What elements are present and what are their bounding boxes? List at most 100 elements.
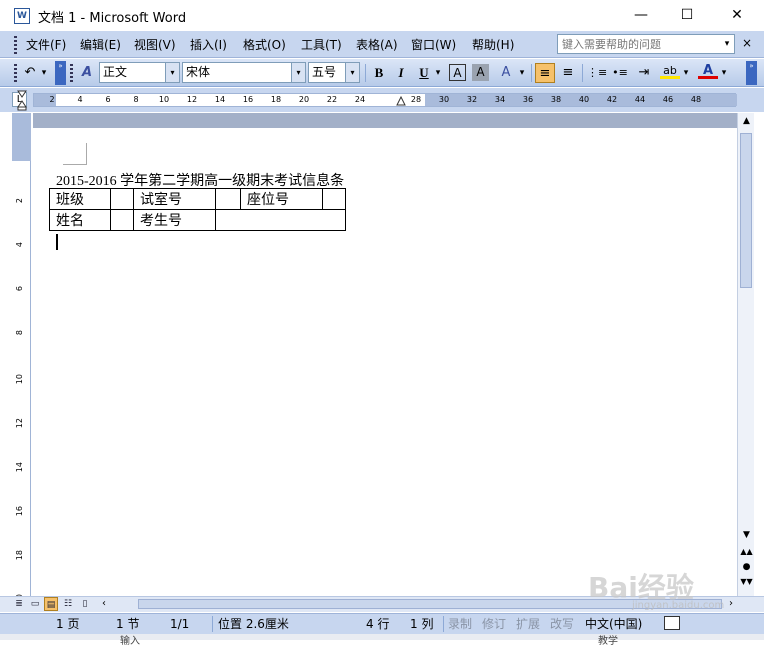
table-cell[interactable]: 试室号 (133, 188, 216, 210)
font-combo[interactable]: 宋体 ▾ (182, 62, 306, 83)
menu-bar-grip[interactable] (14, 36, 17, 54)
numbering-button[interactable]: ⋮≡ (587, 63, 607, 83)
underline-dropdown-icon[interactable]: ▾ (432, 63, 444, 83)
align-center-button[interactable]: ≡ (558, 63, 578, 83)
ruler-tick-label: 38 (550, 95, 562, 104)
vertical-ruler-tick-label: 6 (15, 286, 24, 292)
vertical-ruler-tick-label: 8 (15, 330, 24, 336)
status-track-changes[interactable]: 修订 (482, 616, 506, 632)
table-cell[interactable]: 姓名 (49, 209, 111, 231)
close-button[interactable]: ✕ (710, 0, 764, 31)
document-heading[interactable]: 2015-2016 学年第二学期高一级期末考试信息条 (56, 170, 344, 190)
font-color-button[interactable]: A (698, 63, 718, 79)
ruler-tick-label: 14 (214, 95, 226, 104)
increase-indent-button[interactable]: ⇥ (634, 63, 654, 83)
menu-file[interactable]: 文件(F) (26, 36, 66, 54)
font-size-dropdown-icon[interactable]: ▾ (345, 63, 359, 82)
table-cell[interactable]: 班级 (49, 188, 111, 210)
table-cell[interactable] (215, 188, 241, 210)
status-record-macro[interactable]: 录制 (448, 616, 472, 632)
ruler-tick-label: 24 (354, 95, 366, 104)
toolbar-overflow-button[interactable]: » (55, 61, 66, 85)
toolbar-grip-2[interactable] (70, 64, 73, 82)
toolbar-separator-2 (531, 64, 532, 82)
status-overtype[interactable]: 改写 (550, 616, 574, 632)
spelling-status-icon[interactable] (664, 616, 680, 630)
vertical-scrollbar[interactable]: ▲ ▼ ▲▲ ● ▼▼ (737, 113, 754, 596)
info-table[interactable]: 班级 试室号 座位号 姓名 考生号 (49, 188, 346, 231)
styles-pane-icon[interactable]: A (77, 63, 97, 83)
ruler-tick-label: 40 (578, 95, 590, 104)
scroll-right-icon[interactable]: › (724, 597, 738, 611)
vertical-scroll-thumb[interactable] (740, 133, 752, 288)
font-color-dropdown-icon[interactable]: ▾ (718, 63, 730, 83)
menu-tools[interactable]: 工具(T) (301, 36, 342, 54)
maximize-button[interactable]: ☐ (664, 0, 710, 31)
scroll-left-icon[interactable]: ‹ (97, 597, 111, 611)
horizontal-ruler[interactable]: 2 4 6 8 10 12 14 16 18 20 22 24 28 30 32 34 36 38 40 42 44 46… (33, 93, 737, 107)
status-page: 1 页 (56, 617, 80, 631)
highlight-button[interactable]: ab (660, 63, 680, 79)
bullets-button[interactable]: •≡ (610, 63, 630, 83)
undo-button[interactable]: ↶ (20, 63, 40, 83)
browse-object-icon[interactable]: ● (738, 560, 755, 574)
text-effects-dropdown-icon[interactable]: ▾ (516, 63, 528, 83)
minimize-button[interactable]: — (618, 0, 664, 31)
align-left-button[interactable]: ≡ (535, 63, 555, 83)
highlight-dropdown-icon[interactable]: ▾ (680, 63, 692, 83)
normal-view-icon[interactable]: ≣ (12, 597, 26, 611)
table-cell[interactable] (322, 188, 346, 210)
window-title: 文档 1 - Microsoft Word (38, 11, 187, 26)
help-question-input[interactable] (558, 35, 718, 53)
status-extend-selection[interactable]: 扩展 (516, 616, 540, 632)
menu-insert[interactable]: 插入(I) (190, 36, 227, 54)
next-page-icon[interactable]: ▼▼ (738, 575, 755, 589)
menu-table[interactable]: 表格(A) (356, 36, 398, 54)
outline-view-icon[interactable]: ☷ (61, 597, 75, 611)
ruler-tick-label: 12 (186, 95, 198, 104)
scroll-down-icon[interactable]: ▼ (738, 527, 755, 544)
underline-button[interactable]: U (414, 63, 434, 83)
style-combo[interactable]: 正文 ▾ (99, 62, 180, 83)
document-close-button[interactable]: × (740, 36, 754, 52)
help-question-box[interactable]: ▾ (557, 34, 735, 54)
bold-button[interactable]: B (369, 63, 389, 83)
table-cell[interactable] (110, 209, 134, 231)
undo-dropdown-icon[interactable]: ▾ (38, 63, 50, 83)
italic-button[interactable]: I (391, 63, 411, 83)
previous-page-icon[interactable]: ▲▲ (738, 545, 755, 559)
menu-help[interactable]: 帮助(H) (472, 36, 514, 54)
table-cell[interactable] (215, 209, 346, 231)
help-dropdown-icon[interactable]: ▾ (720, 37, 734, 51)
vertical-ruler[interactable]: 2468101214161820 (12, 113, 31, 604)
table-cell[interactable] (110, 188, 134, 210)
reading-layout-view-icon[interactable]: ▯ (78, 597, 92, 611)
character-border-button[interactable]: A (449, 64, 466, 81)
style-dropdown-icon[interactable]: ▾ (165, 63, 179, 82)
table-cell[interactable]: 考生号 (133, 209, 216, 231)
table-cell[interactable]: 座位号 (240, 188, 323, 210)
vertical-ruler-tick-label: 10 (15, 374, 24, 385)
menu-format[interactable]: 格式(O) (243, 36, 286, 54)
print-layout-view-icon[interactable]: ▤ (44, 597, 58, 611)
toolbar-overflow-button-2[interactable]: » (746, 61, 757, 85)
ruler-tick-label: 20 (298, 95, 310, 104)
word-app-icon[interactable]: W (14, 8, 30, 24)
font-size-combo[interactable]: 五号 ▾ (308, 62, 360, 83)
indent-marker-icon[interactable] (17, 89, 27, 111)
text-effects-button[interactable]: A (496, 63, 516, 83)
ruler-tick-label: 32 (466, 95, 478, 104)
ruler-tick-label: 2 (49, 95, 55, 104)
menu-view[interactable]: 视图(V) (134, 36, 176, 54)
character-shading-button[interactable]: A (472, 64, 489, 81)
right-indent-marker-icon[interactable] (396, 95, 406, 107)
menu-edit[interactable]: 编辑(E) (80, 36, 121, 54)
menu-window[interactable]: 窗口(W) (411, 36, 456, 54)
font-dropdown-icon[interactable]: ▾ (291, 63, 305, 82)
vertical-ruler-tick-label: 2 (15, 198, 24, 204)
scroll-up-icon[interactable]: ▲ (738, 113, 755, 130)
document-page[interactable]: 2015-2016 学年第二学期高一级期末考试信息条 班级 试室号 座位号 姓名… (33, 113, 737, 596)
toolbar-grip[interactable] (14, 64, 17, 82)
status-language[interactable]: 中文(中国) (585, 616, 642, 632)
web-layout-view-icon[interactable]: ▭ (28, 597, 42, 611)
